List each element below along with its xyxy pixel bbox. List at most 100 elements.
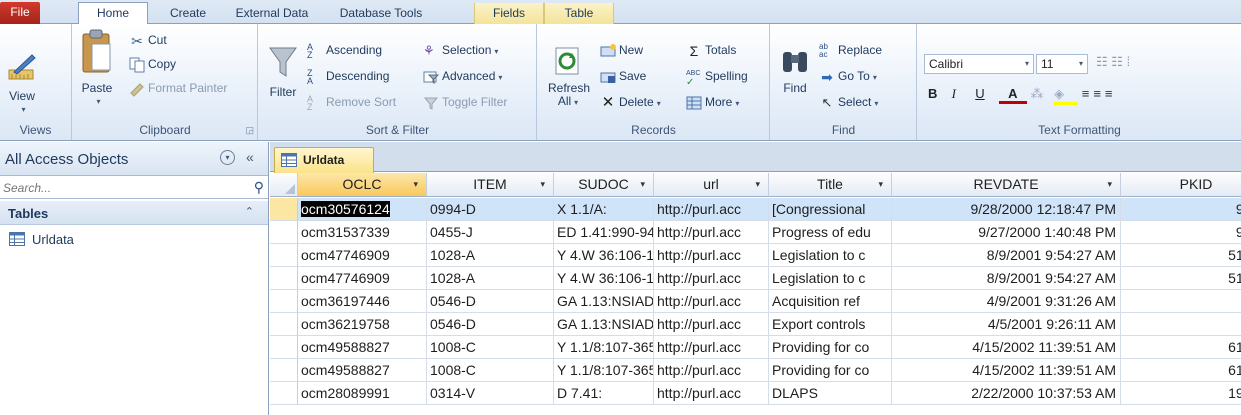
cell-item[interactable]: 1008-C [427, 336, 554, 359]
record-selector[interactable] [270, 221, 298, 244]
column-filter-dropdown-icon[interactable]: ▾ [640, 173, 645, 196]
tab-external-data[interactable]: External Data [224, 3, 320, 24]
record-selector[interactable] [270, 244, 298, 267]
column-header-item[interactable]: ITEM ▾ [427, 173, 554, 197]
cell-sudoc[interactable]: Y 4.W 36:106-1 [554, 244, 654, 267]
refresh-all-button[interactable]: Refresh All ▾ [548, 46, 590, 109]
save-record-button[interactable]: Save [600, 66, 646, 86]
cell-sudoc[interactable]: Y 1.1/8:107-365 [554, 359, 654, 382]
cell-sudoc[interactable]: D 7.41: [554, 382, 654, 405]
cell-sudoc[interactable]: Y 4.W 36:106-1 [554, 267, 654, 290]
cell-url[interactable]: http://purl.acc [654, 359, 769, 382]
cell-title[interactable]: Acquisition ref [769, 290, 892, 313]
tab-home[interactable]: Home [78, 2, 148, 24]
cell-revdate[interactable]: 8/9/2001 9:54:27 AM [892, 267, 1121, 290]
record-selector[interactable] [270, 313, 298, 336]
cell-pkid[interactable]: 9893 [1121, 198, 1241, 221]
cell-url[interactable]: http://purl.acc [654, 244, 769, 267]
cell-pkid[interactable]: 61214 [1121, 336, 1241, 359]
cell-item[interactable]: 0546-D [427, 313, 554, 336]
spelling-button[interactable]: ABC ✓ Spelling [686, 66, 748, 87]
cell-revdate[interactable]: 8/9/2001 9:54:27 AM [892, 244, 1121, 267]
cell-title[interactable]: Legislation to c [769, 244, 892, 267]
record-selector[interactable] [270, 382, 298, 405]
nav-menu-chevron-icon[interactable]: ▾ [220, 150, 235, 165]
cell-oclc[interactable]: ocm47746909 [298, 244, 427, 267]
totals-button[interactable]: Σ Totals [686, 40, 737, 60]
fill-color-icon[interactable]: ◈ [1054, 86, 1079, 105]
tab-file[interactable]: File [0, 2, 40, 24]
nav-section-tables[interactable]: Tables ⌃ [0, 201, 268, 225]
font-size-select[interactable]: 11 ▾ [1036, 54, 1088, 74]
sort-descending-button[interactable]: Z A Descending [307, 66, 389, 86]
column-filter-dropdown-icon[interactable]: ▾ [878, 173, 883, 196]
italic-button[interactable]: I [952, 86, 972, 102]
select-all-corner[interactable] [270, 173, 298, 197]
cell-sudoc[interactable]: ED 1.41:990-94 [554, 221, 654, 244]
column-filter-dropdown-icon[interactable]: ▾ [1107, 173, 1112, 196]
column-header-revdate[interactable]: REVDATE ▾ [892, 173, 1121, 197]
goto-button[interactable]: ➡ Go To ▾ [819, 66, 877, 86]
cell-revdate[interactable]: 4/5/2001 9:26:11 AM [892, 313, 1121, 336]
cell-pkid[interactable]: 61214 [1121, 359, 1241, 382]
toggle-filter-button[interactable]: Toggle Filter [423, 92, 507, 112]
cell-sudoc[interactable]: X 1.1/A: [554, 198, 654, 221]
cell-url[interactable]: http://purl.acc [654, 198, 769, 221]
cell-oclc[interactable]: ocm31537339 [298, 221, 427, 244]
copy-button[interactable]: Copy [129, 54, 176, 74]
cell-sudoc[interactable]: GA 1.13:NSIAD- [554, 313, 654, 336]
cut-button[interactable]: ✂ Cut [129, 30, 167, 50]
cell-pkid[interactable]: 9908 [1121, 221, 1241, 244]
select-button[interactable]: ↖ Select ▾ [819, 92, 879, 112]
filter-button[interactable]: Filter [265, 46, 301, 99]
cell-oclc[interactable]: ocm47746909 [298, 267, 427, 290]
cell-pkid[interactable]: 131 [1121, 290, 1241, 313]
tab-urldata[interactable]: Urldata [274, 147, 374, 173]
cell-revdate[interactable]: 4/15/2002 11:39:51 AM [892, 336, 1121, 359]
record-selector[interactable] [270, 198, 298, 221]
record-selector[interactable] [270, 267, 298, 290]
nav-search-input[interactable] [0, 177, 244, 198]
collapse-up-icon[interactable]: ⌃ [245, 205, 254, 218]
view-button[interactable]: View ▾ [4, 52, 40, 116]
cell-url[interactable]: http://purl.acc [654, 221, 769, 244]
cell-url[interactable]: http://purl.acc [654, 267, 769, 290]
cell-item[interactable]: 1028-A [427, 267, 554, 290]
cell-item[interactable]: 1008-C [427, 359, 554, 382]
dialog-launcher-icon[interactable]: ◲ [245, 125, 254, 136]
replace-button[interactable]: ab ac Replace [819, 40, 882, 60]
record-selector[interactable] [270, 290, 298, 313]
column-header-pkid[interactable]: PKID▾ [1121, 173, 1241, 197]
cell-pkid[interactable]: 51490 [1121, 244, 1241, 267]
format-painter-button[interactable]: Format Painter [129, 78, 227, 98]
highlight-icon[interactable]: ⁂ [1031, 86, 1051, 102]
cell-url[interactable]: http://purl.acc [654, 313, 769, 336]
cell-pkid[interactable]: 19417 [1121, 382, 1241, 405]
tab-create[interactable]: Create [158, 3, 218, 24]
column-header-url[interactable]: url ▾ [654, 173, 769, 197]
cell-title[interactable]: Providing for co [769, 336, 892, 359]
cell-pkid[interactable]: 133 [1121, 313, 1241, 336]
cell-sudoc[interactable]: GA 1.13:NSIAD- [554, 290, 654, 313]
find-button[interactable]: Find [777, 46, 813, 95]
tab-database-tools[interactable]: Database Tools [326, 3, 436, 24]
cell-sudoc[interactable]: Y 1.1/8:107-365 [554, 336, 654, 359]
cell-pkid[interactable]: 51490 [1121, 267, 1241, 290]
cell-url[interactable]: http://purl.acc [654, 382, 769, 405]
record-selector[interactable] [270, 336, 298, 359]
nav-item-urldata[interactable]: Urldata [0, 228, 268, 252]
cell-url[interactable]: http://purl.acc [654, 290, 769, 313]
more-button[interactable]: More ▾ [686, 92, 739, 112]
cell-url[interactable]: http://purl.acc [654, 336, 769, 359]
nav-header[interactable]: All Access Objects ▾ « [0, 142, 268, 176]
cell-revdate[interactable]: 4/9/2001 9:31:26 AM [892, 290, 1121, 313]
cell-title[interactable]: DLAPS [769, 382, 892, 405]
cell-revdate[interactable]: 4/15/2002 11:39:51 AM [892, 359, 1121, 382]
column-filter-dropdown-icon[interactable]: ▾ [540, 173, 545, 196]
advanced-button[interactable]: Advanced ▾ [423, 66, 502, 86]
cell-item[interactable]: 0314-V [427, 382, 554, 405]
align-icons[interactable]: ≡≡≡ [1082, 86, 1142, 101]
column-header-oclc[interactable]: OCLC ▾ [298, 173, 427, 197]
column-filter-dropdown-icon[interactable]: ▾ [413, 173, 418, 196]
cell-revdate[interactable]: 9/28/2000 12:18:47 PM [892, 198, 1121, 221]
